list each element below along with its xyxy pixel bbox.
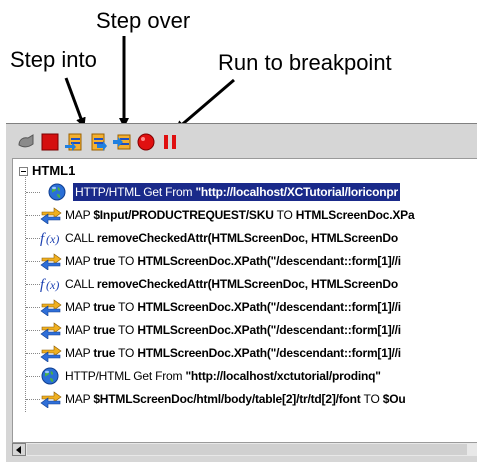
tree-node[interactable]: MAP true TO HTMLScreenDoc.XPath("/descen… — [13, 319, 477, 341]
globe-icon — [47, 183, 67, 201]
label-segment: HTMLScreenDoc.XPa — [295, 208, 415, 222]
tree-node[interactable]: HTTP/HTML Get From "http://localhost/xct… — [13, 365, 477, 387]
map-arrows-icon — [40, 252, 62, 271]
label-segment: MAP — [65, 323, 94, 337]
tree-root-label: HTML1 — [32, 163, 76, 178]
label-segment: "http://localhost/XCTutorial/loriconpr — [195, 185, 398, 199]
tree-node[interactable]: f (x) CALL removeCheckedAttr(HTMLScreenDoc… — [13, 273, 477, 295]
label-segment: MAP — [65, 300, 94, 314]
label-segment: "http://localhost/xctutorial/prodinq" — [185, 369, 381, 383]
run-to-breakpoint-icon[interactable] — [112, 132, 132, 152]
step-into-callout: Step into — [10, 47, 97, 72]
label-segment: TO — [115, 323, 138, 337]
label-segment: removeCheckedAttr(HTMLScreenDoc, HTMLScr… — [96, 231, 398, 245]
tree-node[interactable]: MAP true TO HTMLScreenDoc.XPath("/descen… — [13, 342, 477, 364]
resume-icon[interactable] — [16, 132, 36, 152]
step-into-arrow — [64, 77, 86, 128]
tree-connector-line — [26, 192, 40, 193]
label-segment: MAP — [65, 208, 94, 222]
process-tree: HTML1 HTTP/HTML Get From "http://localho… — [12, 158, 477, 442]
label-segment: HTTP/HTML Get From — [75, 185, 196, 199]
tree-node-label: MAP $Input/PRODUCTREQUEST/SKU TO HTMLScr… — [65, 207, 415, 223]
map-arrows-icon — [40, 321, 62, 340]
tree-node-label: MAP true TO HTMLScreenDoc.XPath("/descen… — [65, 322, 401, 338]
label-segment: HTTP/HTML Get From — [65, 369, 186, 383]
tree-node[interactable]: MAP $HTMLScreenDoc/html/body/table[2]/tr… — [13, 388, 477, 410]
collapse-toggle-icon[interactable] — [19, 167, 28, 176]
tree-connector-line — [26, 215, 40, 216]
label-segment: TO — [273, 208, 296, 222]
tree-connector-line — [26, 307, 40, 308]
map-arrows-icon — [40, 206, 62, 225]
label-segment: true — [93, 346, 116, 360]
label-segment: HTMLScreenDoc.XPath("/descendant::form[1… — [137, 300, 401, 314]
debugger-panel: HTML1 HTTP/HTML Get From "http://localho… — [6, 123, 477, 462]
label-segment: CALL — [65, 231, 97, 245]
label-segment: TO — [360, 392, 383, 406]
label-segment: TO — [115, 254, 138, 268]
tree-connector-line — [26, 353, 40, 354]
label-segment: $Input/PRODUCTREQUEST/SKU — [93, 208, 274, 222]
tree-node-label: CALL removeCheckedAttr(HTMLScreenDoc, HT… — [65, 230, 398, 246]
breakpoint-icon[interactable] — [136, 132, 156, 152]
step-over-callout: Step over — [96, 8, 191, 33]
globe-icon — [40, 367, 60, 385]
label-segment: TO — [115, 300, 138, 314]
debug-toolbar — [6, 124, 477, 158]
map-arrows-icon — [40, 344, 62, 363]
label-segment: $Ou — [382, 392, 406, 406]
svg-text:(x): (x) — [46, 278, 59, 292]
tree-node[interactable]: MAP true TO HTMLScreenDoc.XPath("/descen… — [13, 296, 477, 318]
label-segment: true — [93, 254, 116, 268]
map-arrows-icon — [40, 298, 62, 317]
tree-node[interactable]: HTTP/HTML Get From "http://localhost/XCT… — [13, 181, 477, 203]
label-segment: true — [93, 323, 116, 337]
tree-node[interactable]: f (x) CALL removeCheckedAttr(HTMLScreenDoc… — [13, 227, 477, 249]
label-segment: $HTMLScreenDoc/html/body/table[2]/tr/td[… — [93, 392, 361, 406]
tree-connector-line — [26, 261, 40, 262]
tree-connector-line — [26, 330, 40, 331]
label-segment: HTMLScreenDoc.XPath("/descendant::form[1… — [137, 323, 401, 337]
tree-connector-line — [26, 238, 40, 239]
tree-connector-line — [26, 399, 40, 400]
tree-node-label: MAP true TO HTMLScreenDoc.XPath("/descen… — [65, 299, 401, 315]
function-icon: f (x) — [40, 275, 60, 293]
tree-node-label: MAP true TO HTMLScreenDoc.XPath("/descen… — [65, 345, 401, 361]
label-segment: true — [93, 300, 116, 314]
tree-node-label: MAP $HTMLScreenDoc/html/body/table[2]/tr… — [65, 391, 406, 407]
map-arrows-icon — [40, 390, 62, 409]
label-segment: MAP — [65, 346, 94, 360]
step-over-icon[interactable] — [88, 132, 108, 152]
label-segment: MAP — [65, 254, 94, 268]
run-to-breakpoint-callout: Run to breakpoint — [218, 50, 392, 75]
function-icon: f (x) — [40, 229, 60, 247]
stop-icon[interactable] — [40, 132, 60, 152]
svg-text:(x): (x) — [46, 232, 59, 246]
pause-icon[interactable] — [160, 132, 180, 152]
label-segment: removeCheckedAttr(HTMLScreenDoc, HTMLScr… — [96, 277, 398, 291]
horizontal-scrollbar[interactable] — [12, 442, 477, 456]
scroll-left-icon[interactable] — [12, 443, 26, 456]
run-to-breakpoint-arrow — [174, 78, 235, 131]
label-segment: HTMLScreenDoc.XPath("/descendant::form[1… — [137, 346, 401, 360]
scroll-thumb[interactable] — [27, 444, 467, 455]
label-segment: MAP — [65, 392, 94, 406]
tree-node[interactable]: MAP $Input/PRODUCTREQUEST/SKU TO HTMLScr… — [13, 204, 477, 226]
tree-connector-line — [26, 376, 40, 377]
tree-node-label: HTTP/HTML Get From "http://localhost/XCT… — [73, 183, 400, 201]
tree-node-label: CALL removeCheckedAttr(HTMLScreenDoc, HT… — [65, 276, 398, 292]
tree-node-label: MAP true TO HTMLScreenDoc.XPath("/descen… — [65, 253, 401, 269]
label-segment: CALL — [65, 277, 97, 291]
label-segment: HTMLScreenDoc.XPath("/descendant::form[1… — [137, 254, 401, 268]
tree-node[interactable]: MAP true TO HTMLScreenDoc.XPath("/descen… — [13, 250, 477, 272]
step-into-icon[interactable] — [64, 132, 84, 152]
tree-connector-line — [26, 284, 40, 285]
label-segment: TO — [115, 346, 138, 360]
tree-node-label: HTTP/HTML Get From "http://localhost/xct… — [65, 368, 381, 384]
